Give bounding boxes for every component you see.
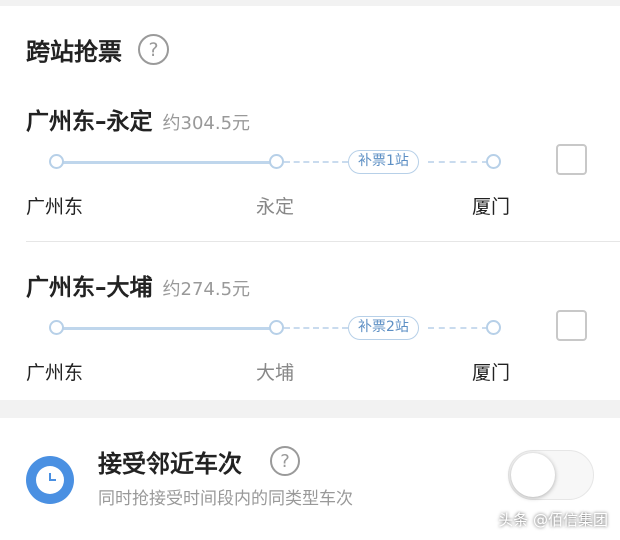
- clock-icon: [26, 456, 74, 504]
- station-node: [486, 320, 501, 335]
- watermark: 头条 @佰信集团: [498, 511, 608, 529]
- divider: [26, 241, 620, 242]
- route-track: 补票2站: [0, 252, 620, 418]
- help-icon[interactable]: ?: [138, 34, 169, 65]
- route-checkbox[interactable]: [556, 144, 587, 175]
- station-node: [486, 154, 501, 169]
- route-track: 补票1站: [0, 86, 620, 252]
- track-segment-extra: [284, 327, 348, 329]
- track-segment-extra: [428, 161, 488, 163]
- station-from: 广州东: [26, 362, 84, 384]
- station-to: 厦门: [472, 362, 511, 384]
- track-segment-extra: [428, 327, 488, 329]
- route-option: 广州东–大埔 约274.5元 补票2站 广州东 大埔 厦门: [0, 252, 620, 418]
- track-segment-extra: [284, 161, 348, 163]
- station-node: [269, 154, 284, 169]
- toggle-knob[interactable]: [511, 453, 555, 497]
- track-segment-booked: [56, 161, 276, 164]
- station-from: 广州东: [26, 196, 84, 218]
- station-mid: 永定: [256, 196, 295, 218]
- cross-station-card: 跨站抢票 ? 广州东–永定 约304.5元 补票1站 广州东 永定 厦门 广州东…: [0, 6, 620, 400]
- section-header: 跨站抢票 ?: [26, 32, 169, 67]
- nearby-subtitle: 同时抢接受时间段内的同类型车次: [98, 489, 353, 509]
- station-node: [49, 320, 64, 335]
- help-icon[interactable]: ?: [270, 446, 300, 476]
- extra-stops-badge: 补票1站: [348, 150, 419, 174]
- station-mid: 大埔: [256, 362, 295, 384]
- section-title: 跨站抢票: [26, 38, 122, 66]
- station-node: [269, 320, 284, 335]
- nearby-toggle[interactable]: [508, 450, 594, 500]
- nearby-title: 接受邻近车次: [98, 450, 242, 478]
- track-segment-booked: [56, 327, 276, 330]
- extra-stops-badge: 补票2站: [348, 316, 419, 340]
- route-checkbox[interactable]: [556, 310, 587, 341]
- route-option: 广州东–永定 约304.5元 补票1站 广州东 永定 厦门: [0, 86, 620, 252]
- station-node: [49, 154, 64, 169]
- station-to: 厦门: [472, 196, 511, 218]
